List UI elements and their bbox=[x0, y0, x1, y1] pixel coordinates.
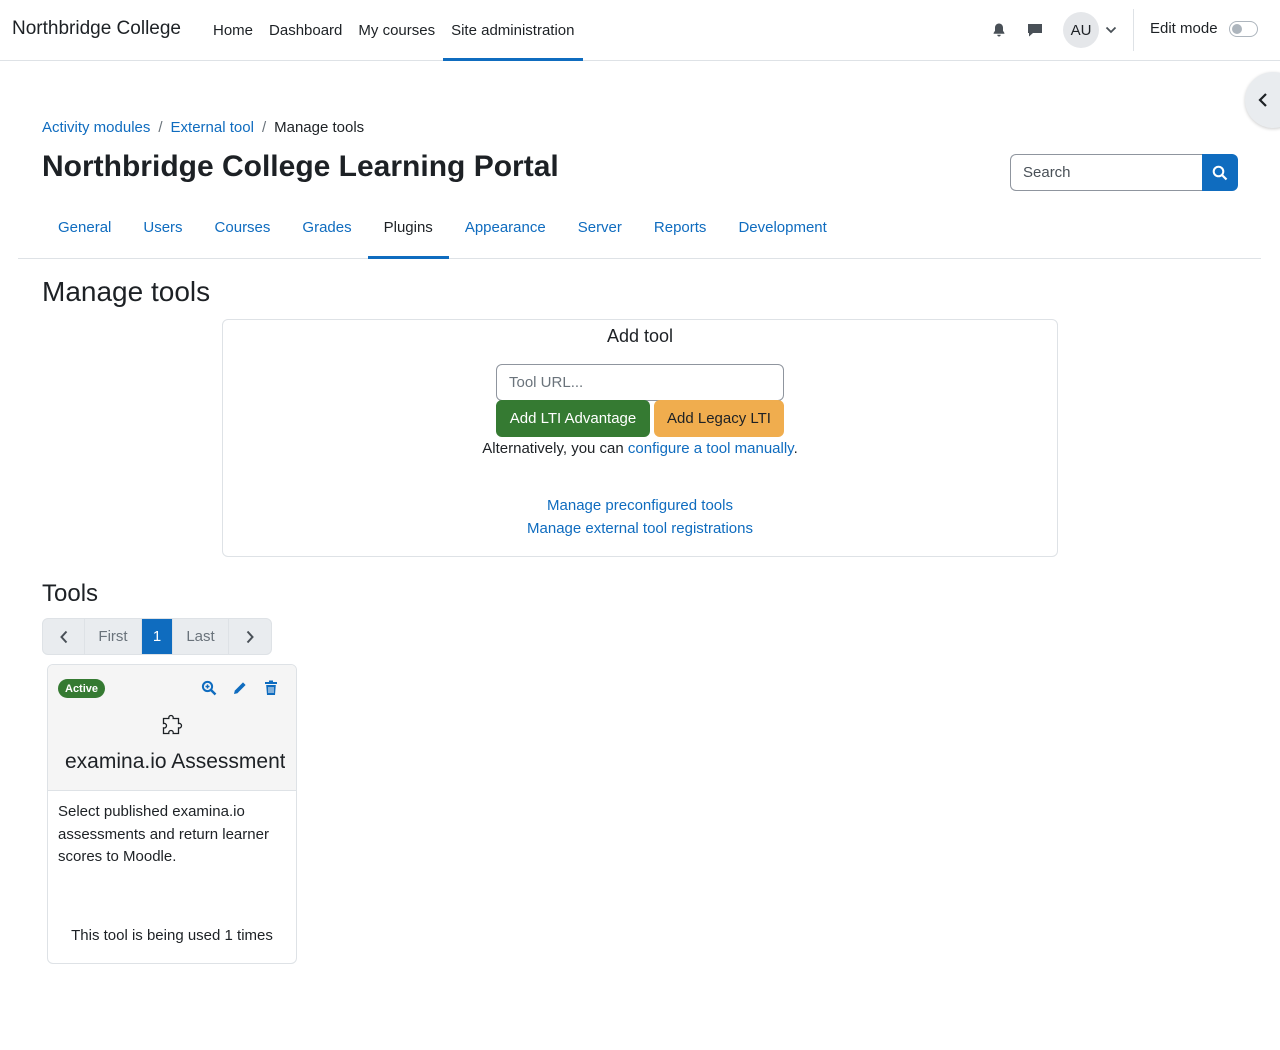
tools-heading: Tools bbox=[42, 580, 99, 607]
tab-server[interactable]: Server bbox=[562, 205, 638, 258]
breadcrumb-separator: / bbox=[261, 119, 267, 136]
tab-users[interactable]: Users bbox=[127, 205, 198, 258]
breadcrumb-external-tool[interactable]: External tool bbox=[171, 119, 254, 136]
nav-site-administration[interactable]: Site administration bbox=[443, 0, 583, 61]
nav-home[interactable]: Home bbox=[205, 0, 261, 60]
breadcrumb: Activity modules / External tool / Manag… bbox=[42, 119, 364, 136]
top-navbar: Northbridge College Home Dashboard My co… bbox=[0, 0, 1280, 61]
navbar-actions: AU bbox=[985, 0, 1119, 60]
chevron-right-icon bbox=[246, 630, 254, 643]
preconfigured-row: Manage preconfigured tools bbox=[223, 497, 1057, 514]
view-details-icon[interactable] bbox=[198, 677, 220, 699]
manage-preconfigured-tools-link[interactable]: Manage preconfigured tools bbox=[547, 497, 733, 514]
page-title: Northbridge College Learning Portal bbox=[42, 150, 559, 183]
add-lti-advantage-button[interactable]: Add LTI Advantage bbox=[496, 400, 650, 437]
tool-description: Select published examina.io assessments … bbox=[58, 803, 269, 865]
puzzle-icon bbox=[158, 711, 186, 744]
alt-prefix: Alternatively, you can bbox=[482, 440, 628, 457]
tool-card-actions bbox=[198, 677, 291, 699]
first-page-button[interactable]: First bbox=[85, 619, 142, 654]
edit-mode-label: Edit mode bbox=[1150, 20, 1218, 37]
tool-usage-count: This tool is being used 1 times bbox=[71, 927, 273, 944]
breadcrumb-activity-modules[interactable]: Activity modules bbox=[42, 119, 150, 136]
admin-tabs: General Users Courses Grades Plugins App… bbox=[18, 205, 1261, 259]
chevron-down-icon[interactable] bbox=[1105, 23, 1119, 37]
tool-url-input[interactable] bbox=[496, 364, 784, 401]
tab-development[interactable]: Development bbox=[722, 205, 842, 258]
admin-search bbox=[1010, 154, 1238, 191]
tab-plugins[interactable]: Plugins bbox=[367, 205, 450, 259]
avatar[interactable]: AU bbox=[1063, 12, 1099, 48]
last-page-button[interactable]: Last bbox=[173, 619, 229, 654]
delete-icon[interactable] bbox=[260, 677, 282, 699]
registrations-row: Manage external tool registrations bbox=[223, 520, 1057, 537]
tool-name: examina.io Assessments bbox=[65, 750, 285, 773]
page-1-button[interactable]: 1 bbox=[142, 619, 173, 654]
edit-icon[interactable] bbox=[229, 677, 251, 699]
nav-my-courses[interactable]: My courses bbox=[350, 0, 443, 60]
configure-manually-text: Alternatively, you can configure a tool … bbox=[223, 440, 1057, 457]
breadcrumb-separator: / bbox=[158, 119, 163, 136]
pagination: First 1 Last bbox=[42, 618, 272, 655]
previous-page-button[interactable] bbox=[43, 619, 85, 654]
next-page-button[interactable] bbox=[229, 619, 271, 654]
status-badge: Active bbox=[58, 679, 106, 698]
alt-suffix: . bbox=[793, 440, 798, 457]
tab-grades[interactable]: Grades bbox=[286, 205, 367, 258]
tool-card-header: Active examina.io Assessments bbox=[48, 665, 296, 791]
search-input[interactable] bbox=[1010, 154, 1202, 191]
tab-reports[interactable]: Reports bbox=[638, 205, 723, 258]
message-icon[interactable] bbox=[1021, 16, 1049, 44]
section-heading: Manage tools bbox=[42, 276, 211, 307]
search-button[interactable] bbox=[1202, 154, 1238, 191]
manage-registrations-link[interactable]: Manage external tool registrations bbox=[527, 520, 753, 537]
configure-manually-link[interactable]: configure a tool manually bbox=[628, 440, 794, 457]
tab-courses[interactable]: Courses bbox=[199, 205, 287, 258]
add-tool-title: Add tool bbox=[606, 326, 674, 346]
tool-card: Active examina.io Assessments Select pub… bbox=[47, 664, 297, 964]
primary-navigation: Home Dashboard My courses Site administr… bbox=[205, 0, 583, 61]
edit-mode-switch[interactable]: Edit mode bbox=[1150, 20, 1258, 37]
nav-dashboard[interactable]: Dashboard bbox=[261, 0, 350, 60]
edit-mode-toggle[interactable] bbox=[1228, 20, 1258, 37]
add-legacy-lti-button[interactable]: Add Legacy LTI bbox=[654, 400, 784, 437]
bell-icon[interactable] bbox=[985, 16, 1013, 44]
breadcrumb-manage-tools: Manage tools bbox=[274, 119, 365, 136]
site-brand[interactable]: Northbridge College bbox=[12, 18, 181, 40]
search-icon bbox=[1212, 165, 1228, 180]
chevron-left-icon bbox=[1258, 93, 1267, 107]
navbar-divider bbox=[1133, 9, 1134, 51]
tab-appearance[interactable]: Appearance bbox=[449, 205, 562, 258]
tab-general[interactable]: General bbox=[42, 205, 127, 258]
open-block-drawer-button[interactable] bbox=[1245, 72, 1280, 128]
add-tool-panel: Add tool Add LTI Advantage Add Legacy LT… bbox=[222, 319, 1058, 557]
chevron-left-icon bbox=[59, 630, 67, 643]
